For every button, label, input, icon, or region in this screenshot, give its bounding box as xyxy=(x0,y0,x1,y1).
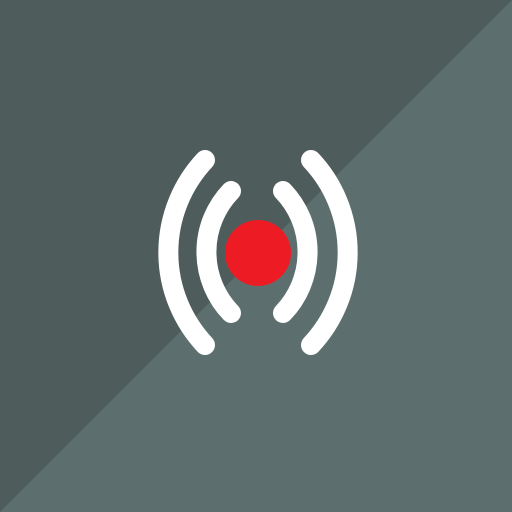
live-broadcast-icon xyxy=(0,0,512,512)
live-dot-icon xyxy=(225,220,291,286)
app-icon xyxy=(0,0,512,512)
